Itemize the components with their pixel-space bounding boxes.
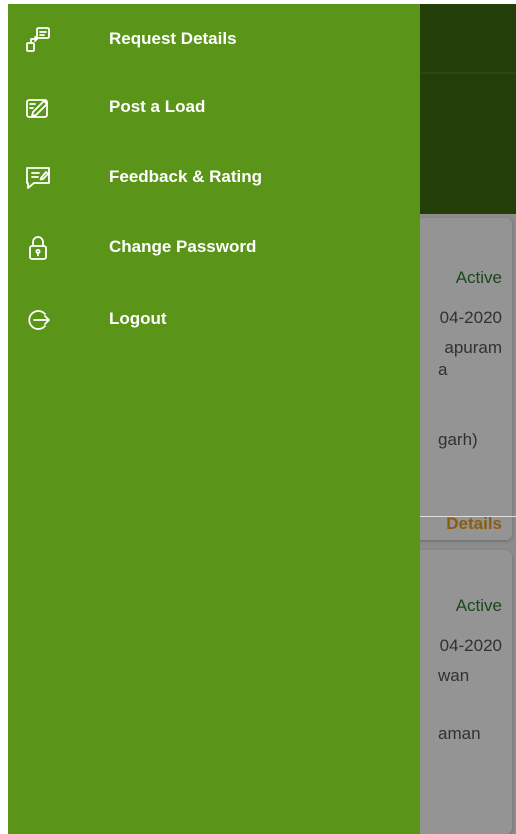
navigation-drawer: Request Details Post a Load Feedback & R… bbox=[8, 4, 420, 834]
app-screen: Active 04-2020 apuram a garh) Details Ac… bbox=[0, 0, 516, 834]
menu-item-change-password[interactable]: Change Password bbox=[8, 216, 420, 278]
logout-icon bbox=[24, 306, 52, 334]
menu-item-feedback-rating[interactable]: Feedback & Rating bbox=[8, 146, 420, 208]
menu-item-logout[interactable]: Logout bbox=[8, 288, 420, 350]
menu-label: Feedback & Rating bbox=[109, 167, 263, 186]
menu-item-post-a-load[interactable]: Post a Load bbox=[8, 76, 420, 138]
menu-label: Change Password bbox=[109, 237, 257, 256]
post-load-icon bbox=[24, 94, 52, 122]
menu-label: Request Details bbox=[109, 29, 237, 48]
request-details-icon bbox=[24, 26, 52, 54]
menu-label: Logout bbox=[109, 309, 167, 328]
menu-label: Post a Load bbox=[109, 97, 206, 116]
menu-item-request-details[interactable]: Request Details bbox=[8, 8, 420, 70]
feedback-icon bbox=[24, 164, 52, 192]
lock-icon bbox=[24, 234, 52, 262]
